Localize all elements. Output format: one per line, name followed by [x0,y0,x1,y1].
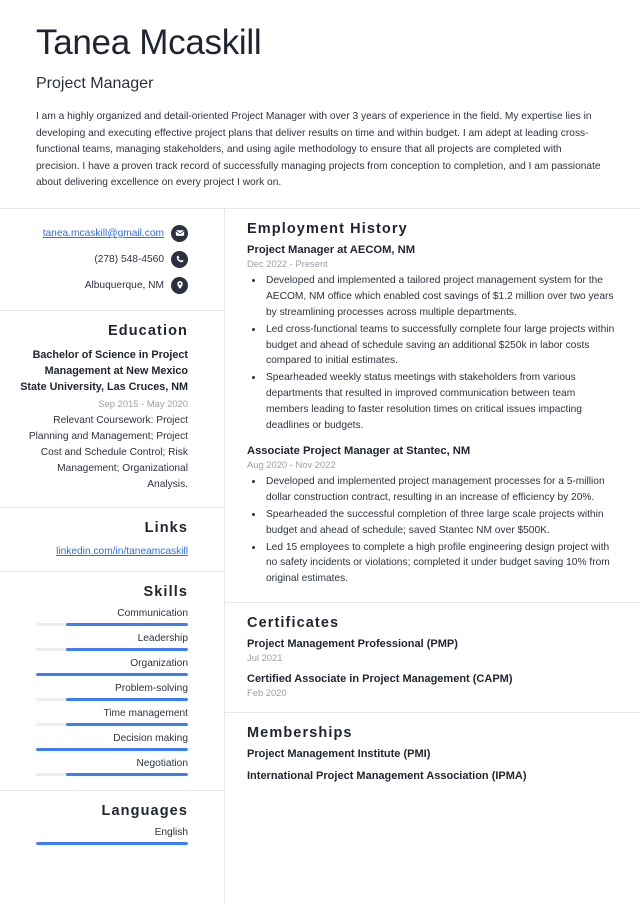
skill-fill [66,622,188,626]
skill-label: Negotiation [136,757,188,769]
job-bullet-list: Developed and implemented project manage… [247,474,618,587]
envelope-icon [171,224,188,242]
language-label: English [154,826,188,838]
certificate-date: Feb 2020 [247,687,287,699]
skill-track [36,722,188,726]
candidate-name: Tanea Mcaskill [36,23,262,62]
job-bullet: Developed and implemented project manage… [264,474,618,506]
skill-item: Problem-solving [20,683,188,701]
certificate-title: Certified Associate in Project Managemen… [247,673,513,686]
job-date: Aug 2020 - Nov 2022 [247,458,336,470]
membership-item: Project Management Institute (PMI) [247,748,431,761]
education-description: Relevant Coursework: Project Planning an… [28,415,188,490]
job-bullet: Developed and implemented a tailored pro… [264,273,618,321]
skill-fill [66,697,188,701]
languages-section: Languages English [0,791,224,859]
language-track [36,841,188,845]
job-bullet: Led 15 employees to complete a high prof… [264,540,618,588]
skill-fill [66,772,188,776]
contact-email-row[interactable]: tanea.mcaskill@gmail.com [20,224,188,242]
resume-header: Tanea Mcaskill Project Manager I am a hi… [0,0,640,192]
skill-label: Decision making [113,732,188,744]
education-section: Education Bachelor of Science in Project… [0,311,224,508]
skill-track [36,697,188,701]
language-item: English [20,827,188,845]
contact-location-text: Albuquerque, NM [84,279,164,291]
link-item[interactable]: linkedin.com/in/taneamcaskill [20,544,188,557]
memberships-section: Memberships Project Management Institute… [225,713,640,796]
job-role: Project Manager at AECOM, NM [247,243,416,256]
language-fill [36,841,188,845]
certificate-title: Project Management Professional (PMP) [247,638,458,651]
job-bullet: Spearheaded weekly status meetings with … [264,370,618,434]
sidebar-column: tanea.mcaskill@gmail.com (278) 548-4560 [0,208,225,905]
skill-track [36,772,188,776]
certificate-entry: Project Management Professional (PMP) Ju… [247,638,618,663]
contact-email-text[interactable]: tanea.mcaskill@gmail.com [43,228,164,239]
job-date: Dec 2022 - Present [247,257,328,269]
job-role: Associate Project Manager at Stantec, NM [247,444,471,457]
skill-fill [66,647,188,651]
skill-label: Problem-solving [114,682,188,694]
education-degree: Bachelor of Science in Project Managemen… [20,348,188,394]
skill-fill [36,672,188,676]
membership-item: International Project Management Associa… [247,770,527,783]
contact-location-row: Albuquerque, NM [20,276,188,294]
links-section: Links linkedin.com/in/taneamcaskill [0,508,224,572]
job-entry: Project Manager at AECOM, NM Dec 2022 - … [247,244,618,434]
contact-section: tanea.mcaskill@gmail.com (278) 548-4560 [0,209,224,311]
job-bullet: Led cross-functional teams to successful… [264,322,618,370]
skill-item: Negotiation [20,758,188,776]
main-column: Employment History Project Manager at AE… [225,209,640,905]
skill-item: Organization [20,658,188,676]
skill-item: Time management [20,708,188,726]
certificates-section: Certificates Project Management Professi… [225,603,640,714]
employment-heading: Employment History [247,220,408,237]
links-heading: Links [144,519,188,536]
skills-heading: Skills [143,583,188,600]
skill-item: Leadership [20,633,188,651]
job-bullet: Spearheaded the successful completion of… [264,507,618,539]
skill-label: Communication [117,607,188,619]
skill-item: Communication [20,608,188,626]
skill-fill [66,722,188,726]
memberships-heading: Memberships [247,725,353,742]
resume-body: tanea.mcaskill@gmail.com (278) 548-4560 [0,208,640,905]
candidate-job-title: Project Manager [36,75,154,93]
contact-phone-text: (278) 548-4560 [94,253,164,265]
languages-heading: Languages [101,802,188,819]
skill-track [36,622,188,626]
map-pin-icon [171,276,188,294]
skill-track [36,672,188,676]
certificates-heading: Certificates [247,615,340,632]
certificate-date: Jul 2021 [247,652,283,664]
employment-section: Employment History Project Manager at AE… [225,209,640,604]
skill-label: Organization [130,657,188,669]
skill-label: Time management [103,707,188,719]
certificate-entry: Certified Associate in Project Managemen… [247,673,618,698]
contact-list: tanea.mcaskill@gmail.com (278) 548-4560 [20,221,188,294]
job-entry: Associate Project Manager at Stantec, NM… [247,445,618,587]
professional-summary: I am a highly organized and detail-orien… [36,111,601,189]
skill-track [36,747,188,751]
contact-phone-row: (278) 548-4560 [20,250,188,268]
education-heading: Education [108,322,188,339]
skills-section: Skills Communication Leadership Organiza… [0,572,224,791]
skill-label: Leadership [137,632,188,644]
skill-track [36,647,188,651]
skill-fill [36,747,188,751]
skill-item: Decision making [20,733,188,751]
education-date: Sep 2015 - May 2020 [98,398,188,410]
job-bullet-list: Developed and implemented a tailored pro… [247,273,618,434]
resume-page: Tanea Mcaskill Project Manager I am a hi… [0,0,640,905]
phone-icon [171,250,188,268]
